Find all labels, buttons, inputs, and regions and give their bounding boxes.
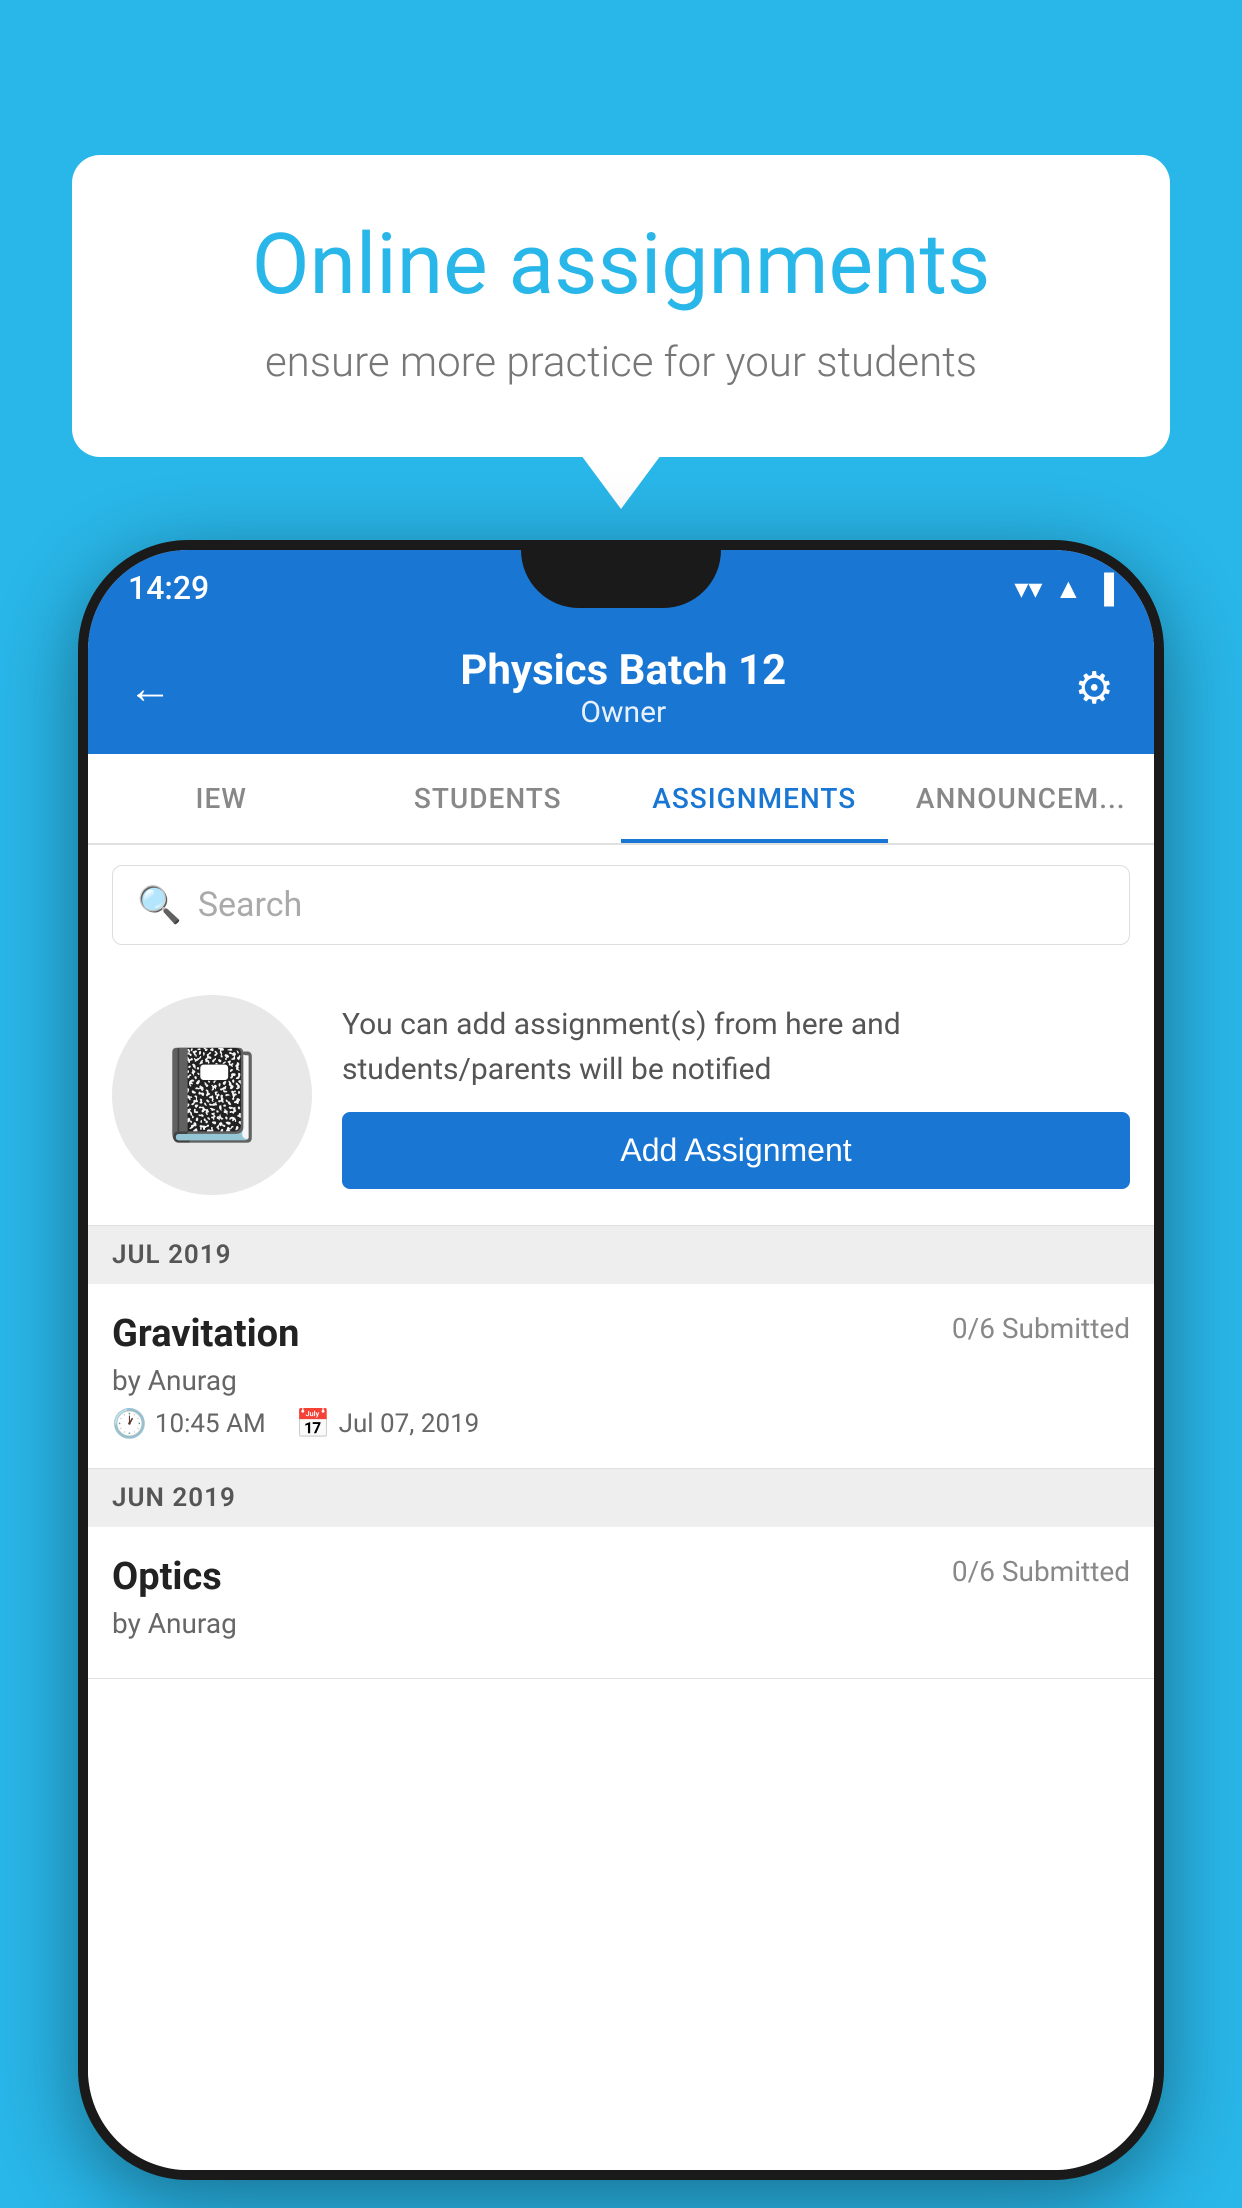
app-bar-subtitle: Owner [460,695,786,730]
status-time: 14:29 [128,569,209,607]
assignment-name-optics: Optics [112,1555,222,1599]
wifi-icon: ▾▾ [1014,572,1042,605]
tab-assignments[interactable]: ASSIGNMENTS [621,754,888,843]
phone-screen: 14:29 ▾▾ ▲ ▐ ← Physics Batch 12 Owner ⚙ … [88,550,1154,2170]
tab-iew[interactable]: IEW [88,754,355,843]
assignment-name-gravitation: Gravitation [112,1312,299,1356]
assignment-time: 🕐 10:45 AM [112,1407,266,1440]
speech-bubble-title: Online assignments [152,215,1090,314]
back-button[interactable]: ← [128,662,172,714]
settings-icon[interactable]: ⚙ [1075,662,1114,714]
calendar-icon: 📅 [296,1407,331,1440]
assignment-item-gravitation[interactable]: Gravitation 0/6 Submitted by Anurag 🕐 10… [88,1284,1154,1469]
content-area: 🔍 Search 📓 You can add assignment(s) fro… [88,845,1154,2170]
assignment-submitted-gravitation: 0/6 Submitted [952,1312,1130,1345]
tab-students[interactable]: STUDENTS [355,754,622,843]
status-icons: ▾▾ ▲ ▐ [1014,572,1114,605]
assignment-time-value: 10:45 AM [155,1409,266,1439]
section-header-jul: JUL 2019 [88,1226,1154,1284]
assignment-row1-optics: Optics 0/6 Submitted [112,1555,1130,1599]
speech-bubble-container: Online assignments ensure more practice … [72,155,1170,457]
speech-bubble-subtitle: ensure more practice for your students [152,338,1090,387]
speech-bubble: Online assignments ensure more practice … [72,155,1170,457]
app-bar-title: Physics Batch 12 [460,646,786,695]
assignment-by-optics: by Anurag [112,1607,1130,1640]
assignment-meta-gravitation: 🕐 10:45 AM 📅 Jul 07, 2019 [112,1407,1130,1440]
signal-icon: ▲ [1054,572,1082,605]
search-input[interactable]: Search [198,885,302,925]
clock-icon: 🕐 [112,1407,147,1440]
app-bar: ← Physics Batch 12 Owner ⚙ [88,626,1154,754]
search-container: 🔍 Search [88,845,1154,965]
assignment-row1: Gravitation 0/6 Submitted [112,1312,1130,1356]
promo-icon-circle: 📓 [112,995,312,1195]
app-bar-title-group: Physics Batch 12 Owner [460,646,786,730]
notebook-icon: 📓 [156,1043,268,1148]
tabs-bar: IEW STUDENTS ASSIGNMENTS ANNOUNCEM... [88,754,1154,845]
add-assignment-promo: 📓 You can add assignment(s) from here an… [88,965,1154,1226]
assignment-date-value: Jul 07, 2019 [339,1409,480,1439]
assignment-date: 📅 Jul 07, 2019 [296,1407,480,1440]
assignment-by-gravitation: by Anurag [112,1364,1130,1397]
promo-content: You can add assignment(s) from here and … [342,1002,1130,1189]
assignment-submitted-optics: 0/6 Submitted [952,1555,1130,1588]
promo-text: You can add assignment(s) from here and … [342,1002,1130,1092]
search-bar[interactable]: 🔍 Search [112,865,1130,945]
phone-notch [521,550,721,608]
phone-frame: 14:29 ▾▾ ▲ ▐ ← Physics Batch 12 Owner ⚙ … [78,540,1164,2180]
search-icon: 🔍 [137,884,182,926]
assignment-item-optics[interactable]: Optics 0/6 Submitted by Anurag [88,1527,1154,1679]
section-header-jun: JUN 2019 [88,1469,1154,1527]
battery-icon: ▐ [1094,572,1114,605]
tab-announcements[interactable]: ANNOUNCEM... [888,754,1155,843]
add-assignment-button[interactable]: Add Assignment [342,1112,1130,1189]
